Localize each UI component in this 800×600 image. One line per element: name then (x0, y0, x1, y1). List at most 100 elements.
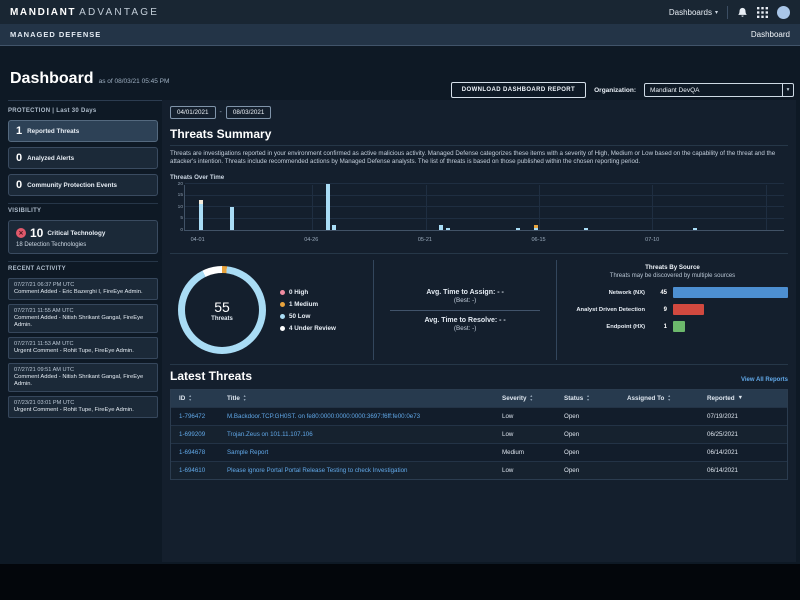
download-report-button[interactable]: DOWNLOAD DASHBOARD REPORT (451, 82, 586, 98)
legend-dot-icon (280, 290, 285, 295)
protection-stat-card[interactable]: 0 Analyzed Alerts (8, 147, 158, 169)
x-tick-label: 05-21 (418, 237, 432, 243)
avatar[interactable] (777, 6, 790, 19)
section-divider (8, 203, 158, 204)
brand-mandiant: MANDIANT (10, 7, 76, 18)
view-all-reports-link[interactable]: View All Reports (741, 377, 788, 383)
organization-select[interactable]: Mandiant DevQA ▾ (644, 83, 794, 97)
gridline-y (185, 195, 784, 196)
header-label: Title (227, 395, 240, 402)
activity-time: 07/27/21 11:53 AM UTC (14, 341, 152, 347)
breadcrumb: Dashboard (751, 30, 790, 39)
header-label: Reported (707, 395, 735, 402)
section-divider (8, 261, 158, 262)
threat-title-link[interactable]: M.Backdoor.TCP.GH0ST. on fe80:0000:0000:… (219, 413, 494, 420)
time-chart-bar (584, 228, 588, 230)
dashboards-menu[interactable]: Dashboards ▾ (669, 8, 718, 17)
source-bar-row: Endpoint (HX) 1 (557, 320, 788, 333)
table-header-cell[interactable]: Assigned To ▲▼ (619, 395, 699, 402)
gridline-x (766, 185, 767, 230)
notifications-icon[interactable] (737, 7, 748, 18)
table-row[interactable]: 1-699209 Trojan.Zeus on 101.11.107.106 L… (171, 425, 787, 443)
threat-title-link[interactable]: Sample Report (219, 449, 494, 456)
protection-stat-card[interactable]: 0 Community Protection Events (8, 174, 158, 196)
table-row[interactable]: 1-694678 Sample Report Medium Open 06/14… (171, 443, 787, 461)
protection-section-title: PROTECTION | Last 30 Days (8, 108, 158, 114)
sidebar: PROTECTION | Last 30 Days 1 Reported Thr… (8, 104, 158, 418)
y-tick-label: 0 (172, 228, 183, 233)
threat-status: Open (556, 413, 619, 420)
stat-value: 1 (16, 125, 22, 137)
activity-time: 07/27/21 06:37 PM UTC (14, 282, 152, 288)
donut-legend-item: 1 Medium (280, 301, 336, 308)
source-bar-row: Analyst Driven Detection 9 (557, 303, 788, 316)
table-header-cell[interactable]: Severity ▲▼ (494, 395, 556, 402)
table-header-cell[interactable]: Title ▲▼ (219, 395, 494, 402)
threat-reported: 07/19/2021 (699, 413, 787, 420)
activity-item[interactable]: 07/23/21 03:01 PM UTC Urgent Comment - R… (8, 396, 158, 418)
legend-label: 50 Low (289, 313, 310, 320)
threat-id-link[interactable]: 1-694678 (171, 449, 219, 456)
avg-assign-group: Avg. Time to Assign: - - (Best: -) (426, 289, 504, 304)
section-divider (170, 253, 788, 254)
time-chart-bar (534, 225, 538, 230)
page-head-actions: DOWNLOAD DASHBOARD REPORT Organization: … (451, 82, 794, 98)
activity-text: Comment Added - Nitish Shrikant Gangal, … (14, 315, 152, 329)
legend-dot-icon (280, 326, 285, 331)
x-tick-label: 06-15 (531, 237, 545, 243)
threat-id-link[interactable]: 1-796472 (171, 413, 219, 420)
date-from-input[interactable]: 04/01/2021 (170, 106, 216, 119)
date-to-input[interactable]: 08/03/2021 (226, 106, 272, 119)
threat-title-link[interactable]: Trojan.Zeus on 101.11.107.106 (219, 431, 494, 438)
activity-item[interactable]: 07/27/21 06:37 PM UTC Comment Added - Er… (8, 278, 158, 300)
threat-status: Open (556, 431, 619, 438)
stat-label: Community Protection Events (27, 182, 117, 189)
activity-section-title: RECENT ACTIVITY (8, 266, 158, 272)
top-nav: MANDIANT ADVANTAGE Dashboards ▾ (0, 0, 800, 24)
threat-reported: 06/25/2021 (699, 431, 787, 438)
sort-icon: ▲▼ (586, 395, 590, 402)
organization-value: Mandiant DevQA (645, 87, 705, 94)
source-chart-subtitle: Threats may be discovered by multiple so… (557, 273, 788, 279)
y-tick-label: 15 (172, 193, 183, 198)
threat-id-link[interactable]: 1-699209 (171, 431, 219, 438)
table-header-cell[interactable]: Status ▲▼ (556, 395, 619, 402)
activity-item[interactable]: 07/27/21 11:53 AM UTC Urgent Comment - R… (8, 337, 158, 359)
apps-grid-icon[interactable] (757, 7, 768, 18)
table-row[interactable]: 1-694610 Please ignore Portal Portal Rel… (171, 461, 787, 479)
source-bar (673, 304, 704, 315)
source-label: Endpoint (HX) (557, 324, 645, 330)
activity-list: 07/27/21 06:37 PM UTC Comment Added - Er… (8, 278, 158, 418)
visibility-row: ✕ 10 Critical Technology (16, 226, 150, 240)
time-chart-bar (199, 200, 203, 230)
threat-title-link[interactable]: Please ignore Portal Portal Release Test… (219, 467, 494, 474)
dashboards-menu-label: Dashboards (669, 8, 712, 17)
stat-label: Analyzed Alerts (27, 155, 74, 162)
page-title: Dashboard (10, 70, 94, 88)
sort-icon: ▲▼ (530, 395, 534, 402)
table-row[interactable]: 1-796472 M.Backdoor.TCP.GH0ST. on fe80:0… (171, 407, 787, 425)
donut-total-label: Threats (211, 316, 233, 322)
x-tick-label: 07-10 (645, 237, 659, 243)
threats-table-header: ID ▲▼ Title ▲▼ Severity ▲▼ Status ▲▼ Ass… (171, 390, 787, 407)
legend-label: 0 High (289, 289, 308, 296)
time-chart: 05101520 04-0104-2605-2106-1507-10 (170, 183, 788, 243)
donut-center: 55 Threats (178, 266, 266, 354)
table-header-cell[interactable]: Reported ▼ (699, 395, 787, 402)
donut-legend: 0 High 1 Medium 50 Low 4 Under Review (280, 289, 336, 332)
visibility-section-title: VISIBILITY (8, 208, 158, 214)
activity-text: Urgent Comment - Rohit Tupe, FireEye Adm… (14, 407, 152, 414)
avg-times-cell: Avg. Time to Assign: - - (Best: -) Avg. … (373, 260, 557, 360)
threat-id-link[interactable]: 1-694610 (171, 467, 219, 474)
table-header-cell[interactable]: ID ▲▼ (171, 395, 219, 402)
activity-item[interactable]: 07/27/21 09:51 AM UTC Comment Added - Ni… (8, 363, 158, 392)
donut-cell: 55 Threats 0 High 1 Medium 50 Low 4 Unde… (170, 260, 373, 360)
time-chart-bar (332, 225, 336, 230)
gridline-x (539, 185, 540, 230)
critical-label: Critical Technology (47, 230, 105, 237)
visibility-card[interactable]: ✕ 10 Critical Technology 18 Detection Te… (8, 220, 158, 254)
header-label: Severity (502, 395, 527, 402)
protection-stat-card[interactable]: 1 Reported Threats (8, 120, 158, 142)
threat-status: Open (556, 449, 619, 456)
activity-item[interactable]: 07/27/21 11:55 AM UTC Comment Added - Ni… (8, 304, 158, 333)
